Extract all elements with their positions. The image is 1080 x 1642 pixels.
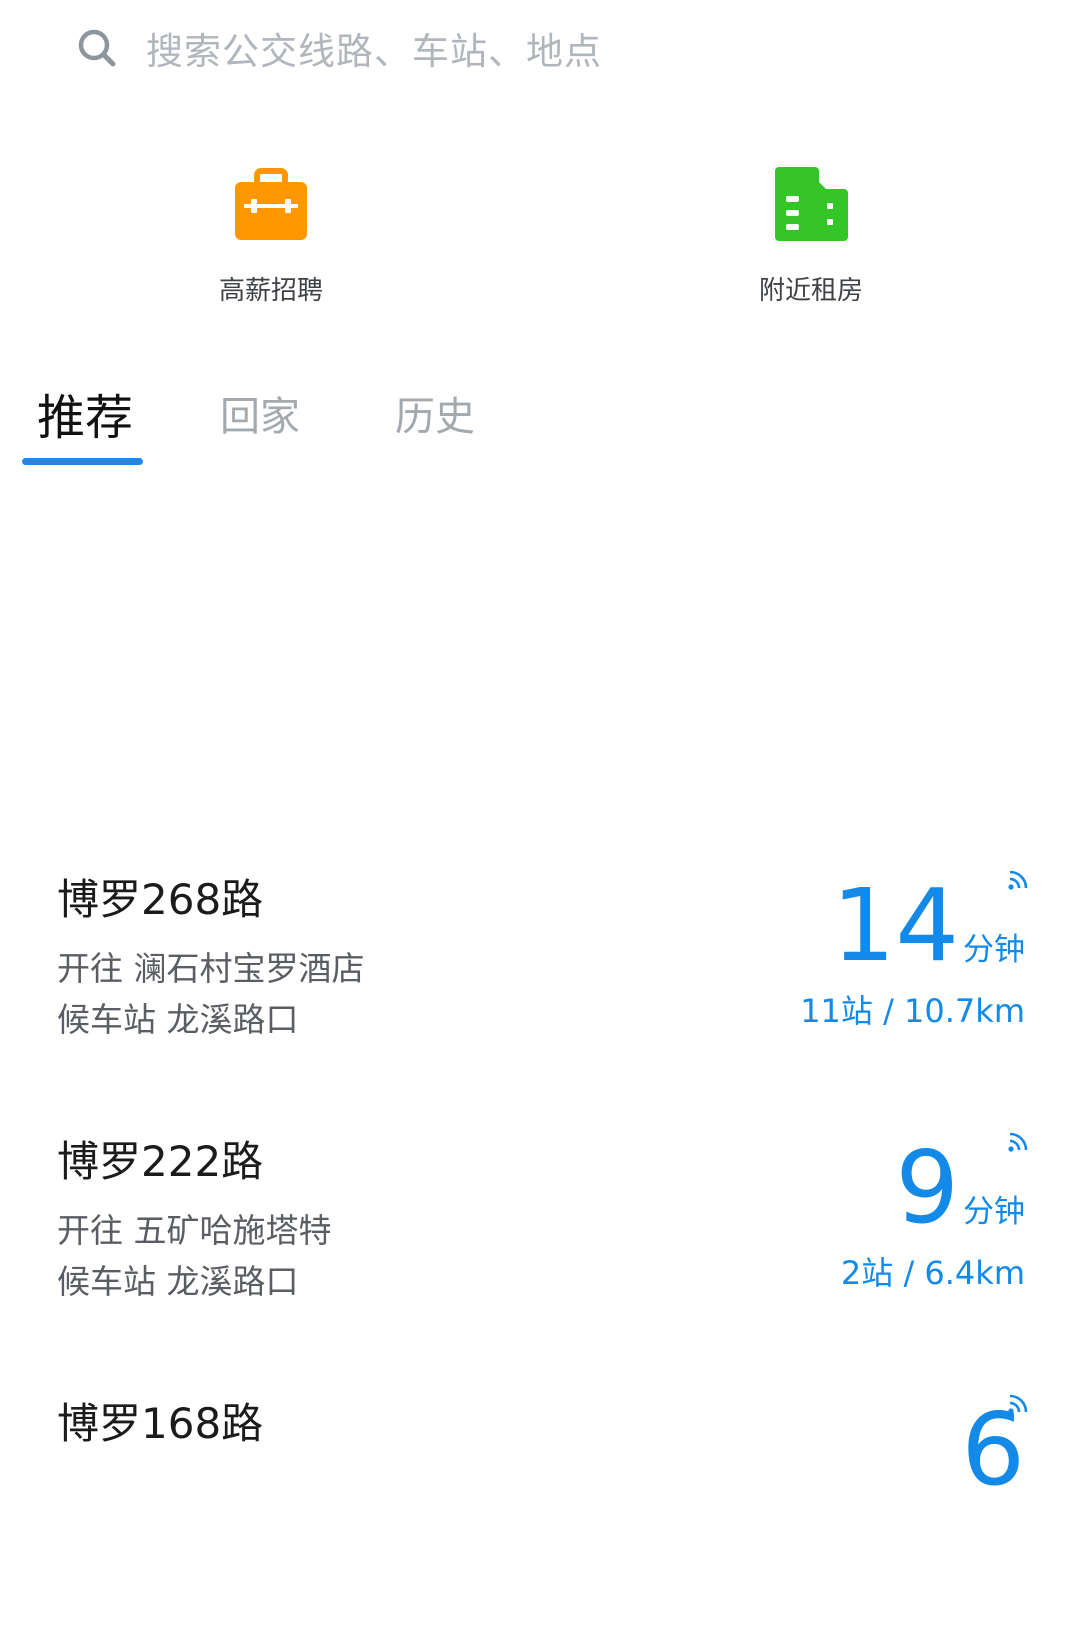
eta: 6	[961, 1400, 1025, 1500]
route-direction: 开往 澜石村宝罗酒店	[57, 949, 365, 988]
tab-recommend[interactable]: 推荐	[37, 378, 133, 448]
eta-number: 6	[961, 1391, 1025, 1508]
eta-unit: 分钟	[963, 932, 1025, 968]
shortcut-rental[interactable]: 附近租房	[691, 164, 931, 307]
eta: 9 分钟	[895, 1138, 1025, 1238]
route-name: 博罗168路	[57, 1399, 264, 1448]
tab-home[interactable]: 回家	[220, 384, 300, 442]
eta-number: 14	[831, 867, 959, 984]
route-stop: 候车站 龙溪路口	[57, 1262, 299, 1301]
route-name: 博罗268路	[57, 875, 264, 924]
search-placeholder[interactable]: 搜索公交线路、车站、地点	[146, 21, 602, 75]
briefcase-icon	[231, 164, 311, 244]
shortcut-rental-label: 附近租房	[758, 276, 863, 306]
list-item[interactable]: 博罗222路 开往 五矿哈施塔特 候车站 龙溪路口 9 分钟 2站 / 6.4k…	[0, 1118, 1080, 1380]
bus-list: 博罗268路 开往 澜石村宝罗酒店 候车站 龙溪路口 14 分钟 11站 / 1…	[0, 856, 1080, 1642]
route-direction: 开往 五矿哈施塔特	[57, 1211, 332, 1250]
list-item[interactable]: 博罗268路 开往 澜石村宝罗酒店 候车站 龙溪路口 14 分钟 11站 / 1…	[0, 856, 1080, 1118]
shortcut-jobs-label: 高薪招聘	[218, 276, 323, 306]
list-item[interactable]: 博罗168路 6	[0, 1380, 1080, 1642]
search-icon	[76, 27, 118, 69]
eta-distance: 11站 / 10.7km	[800, 992, 1025, 1030]
eta-distance: 2站 / 6.4km	[840, 1254, 1025, 1292]
tab-history[interactable]: 历史	[395, 384, 475, 442]
eta: 14 分钟	[832, 876, 1025, 976]
route-stop: 候车站 龙溪路口	[57, 1000, 299, 1039]
eta-unit: 分钟	[963, 1194, 1025, 1230]
active-tab-indicator	[22, 458, 143, 465]
shortcut-jobs[interactable]: 高薪招聘	[151, 164, 391, 307]
eta-number: 9	[895, 1129, 959, 1246]
tab-bar: 推荐 回家 历史	[0, 384, 1080, 474]
route-name: 博罗222路	[57, 1137, 264, 1186]
building-icon	[771, 164, 851, 244]
search-bar[interactable]: 搜索公交线路、车站、地点	[76, 22, 602, 74]
